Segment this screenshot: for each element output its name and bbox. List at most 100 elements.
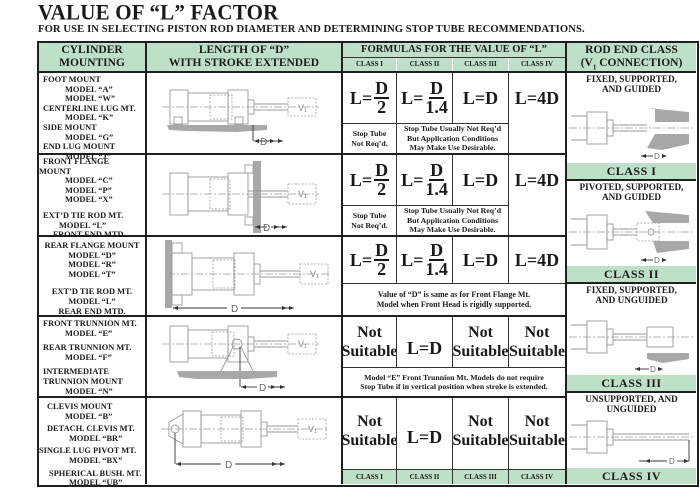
mount-line: MOUNT bbox=[39, 166, 72, 176]
mount-line: MODEL “P” bbox=[65, 185, 112, 195]
header-class-3: CLASS III bbox=[453, 58, 508, 71]
rod-class-2-label: CLASS II bbox=[567, 266, 696, 282]
formula-r3-class4: L=4D bbox=[514, 249, 560, 270]
formula-r4-class1: Not Suitable bbox=[341, 324, 398, 360]
footer-class-3: CLASS III bbox=[453, 470, 508, 484]
header-class-4: CLASS IV bbox=[509, 58, 565, 71]
formula-r4-class4: Not Suitable bbox=[509, 324, 566, 360]
mount-line: MODEL “R” bbox=[68, 260, 116, 270]
class-4-label: CLASS IV bbox=[520, 60, 554, 68]
rod-class-3-desc: FIXED, SUPPORTED, AND UNGUIDED bbox=[586, 285, 677, 305]
mount-line: FRONT TRUNNION MT. bbox=[43, 319, 137, 328]
class-3-label: CLASS III bbox=[464, 60, 497, 68]
formula-r1-class2: L= D 1.4 bbox=[401, 78, 448, 117]
d-dimension-label: D bbox=[654, 256, 660, 265]
mount-line: FOOT MOUNT bbox=[43, 75, 101, 84]
mounting-front-flange: FRONT FLANGE MOUNT MODEL “C” MODEL “P” M… bbox=[39, 157, 145, 239]
rod-class-4-desc: UNSUPPORTED, AND UNGUIDED bbox=[585, 394, 678, 414]
note-r2-class23: Stop Tube Usually Not Req’d But Applicati… bbox=[403, 206, 502, 235]
rod-class-1-label: CLASS I bbox=[567, 163, 696, 179]
divider bbox=[567, 179, 696, 181]
rod-class-1-desc: FIXED, SUPPORTED, AND GUIDED bbox=[586, 74, 677, 94]
d-dimension-label: D bbox=[225, 460, 232, 471]
page-subtitle: FOR USE IN SELECTING PISTON ROD DIAMETER… bbox=[38, 24, 585, 35]
mount-line: CENTERLINE LUG MT. bbox=[43, 103, 136, 113]
mount-line: EXT’D TIE ROD MT. bbox=[43, 210, 124, 220]
mount-line: MODEL “L” bbox=[59, 220, 107, 230]
formula-r4-class3: Not Suitable bbox=[452, 324, 509, 360]
note-r4-full: Model “E” Front Trunnion Mt. Models do n… bbox=[360, 372, 548, 392]
d-dimension-label: D bbox=[263, 223, 270, 234]
divider bbox=[452, 317, 453, 367]
divider bbox=[452, 237, 453, 283]
mount-line: MODEL “L” bbox=[68, 296, 116, 306]
header-line: ROD END CLASS bbox=[585, 44, 678, 56]
header-rod-end-class: ROD END CLASS (V1 CONNECTION) bbox=[567, 43, 696, 71]
rod-class-4-label: CLASS IV bbox=[567, 468, 696, 484]
clevis-drawing: V₁ D bbox=[161, 410, 329, 471]
header-length-d: LENGTH OF “D” WITH STROKE EXTENDED bbox=[147, 43, 341, 71]
rear-flange-drawing: V₁ D bbox=[165, 240, 331, 315]
mount-line: MODEL “BX” bbox=[69, 455, 123, 465]
mounting-rear-flange: REAR FLANGE MOUNT MODEL “D” MODEL “R” MO… bbox=[39, 241, 145, 316]
mount-line: TRUNNION MOUNT bbox=[43, 376, 123, 386]
divider bbox=[508, 237, 509, 283]
header-formulas-text: FORMULAS FOR THE VALUE OF “L” bbox=[361, 44, 547, 55]
formula-r1-class1: L= D 2 bbox=[349, 78, 390, 117]
divider bbox=[452, 155, 453, 205]
formula-r4-class2: L=D bbox=[406, 337, 443, 358]
header-class-2: CLASS II bbox=[397, 58, 452, 71]
mount-line: MODEL “F” bbox=[65, 352, 112, 362]
divider bbox=[343, 57, 565, 58]
mount-line: FRONT FLANGE bbox=[43, 157, 110, 166]
note-r2-class1: Stop Tube Not Req’d. bbox=[351, 211, 388, 230]
foot-mount-drawing: V₁ D bbox=[162, 89, 319, 148]
mount-line: INTERMEDIATE bbox=[43, 367, 109, 377]
formula-r2-class4: L=4D bbox=[514, 169, 560, 190]
class-1-label: CLASS I bbox=[355, 60, 384, 68]
formula-r2-class3: L=D bbox=[462, 169, 499, 190]
d-dimension-label: D bbox=[260, 137, 267, 148]
v1-label: V₁ bbox=[298, 103, 307, 113]
mounting-foot: FOOT MOUNT MODEL “A” MODEL “W” CENTERLIN… bbox=[39, 75, 145, 161]
formula-r2-class1: L= D 2 bbox=[349, 160, 390, 199]
l-factor-table: CYLINDER MOUNTING LENGTH OF “D” WITH STR… bbox=[37, 41, 699, 487]
note-r3-full: Value of “D” is same as for Front Flange… bbox=[376, 290, 532, 309]
mount-line: MODEL “BR” bbox=[69, 433, 123, 443]
mount-line: MODEL “G” bbox=[65, 132, 114, 142]
trunnion-drawing: V₁ D bbox=[162, 325, 319, 394]
mount-line: MODEL “W” bbox=[65, 94, 116, 104]
header-line: CYLINDER bbox=[61, 44, 123, 56]
mount-line: REAR TRUNNION MT. bbox=[43, 343, 132, 353]
rod-class-3-label: CLASS III bbox=[567, 375, 696, 391]
header-line: WITH STROKE EXTENDED bbox=[168, 56, 320, 69]
rod-class-3-drawing: D bbox=[569, 320, 693, 374]
mount-line: MODEL “UB” bbox=[69, 478, 123, 488]
footer-class-4: CLASS IV bbox=[509, 470, 565, 484]
formula-r5-class3: Not Suitable bbox=[452, 413, 509, 449]
d-dimension-label: D bbox=[231, 304, 238, 315]
mount-line: FRONT END MTD. bbox=[53, 230, 126, 240]
note-r1-class1: Stop Tube Not Req’d. bbox=[351, 129, 388, 148]
rod-class-2-desc: PIVOTED, SUPPORTED, AND GUIDED bbox=[579, 182, 684, 202]
mount-line: MODEL “N” bbox=[65, 386, 113, 396]
mount-line: SIDE MOUNT bbox=[43, 122, 97, 132]
divider bbox=[396, 237, 397, 283]
rod-class-4-drawing: D bbox=[569, 420, 693, 466]
formula-r1-class3: L=D bbox=[462, 87, 499, 108]
header-cylinder-mounting: CYLINDER MOUNTING bbox=[39, 43, 145, 71]
rod-class-1-drawing: D bbox=[569, 108, 693, 161]
d-dimension-label: D bbox=[259, 383, 266, 394]
mount-line: MODEL “C” bbox=[65, 176, 113, 186]
note-r1-class23: Stop Tube Usually Not Req’d But Applicati… bbox=[403, 124, 502, 153]
divider bbox=[508, 317, 509, 367]
mount-line: MODEL “D” bbox=[68, 250, 116, 260]
formula-r5-class2: L=D bbox=[406, 426, 443, 447]
divider bbox=[452, 73, 453, 123]
mount-line: REAR END MTD. bbox=[58, 306, 126, 316]
front-flange-drawing: V₁ D bbox=[162, 161, 319, 234]
footer-class-2: CLASS II bbox=[397, 470, 452, 484]
mounting-trunnion: FRONT TRUNNION MT. MODEL “E” REAR TRUNNI… bbox=[39, 319, 145, 396]
mount-line: MODEL “T” bbox=[68, 269, 116, 279]
